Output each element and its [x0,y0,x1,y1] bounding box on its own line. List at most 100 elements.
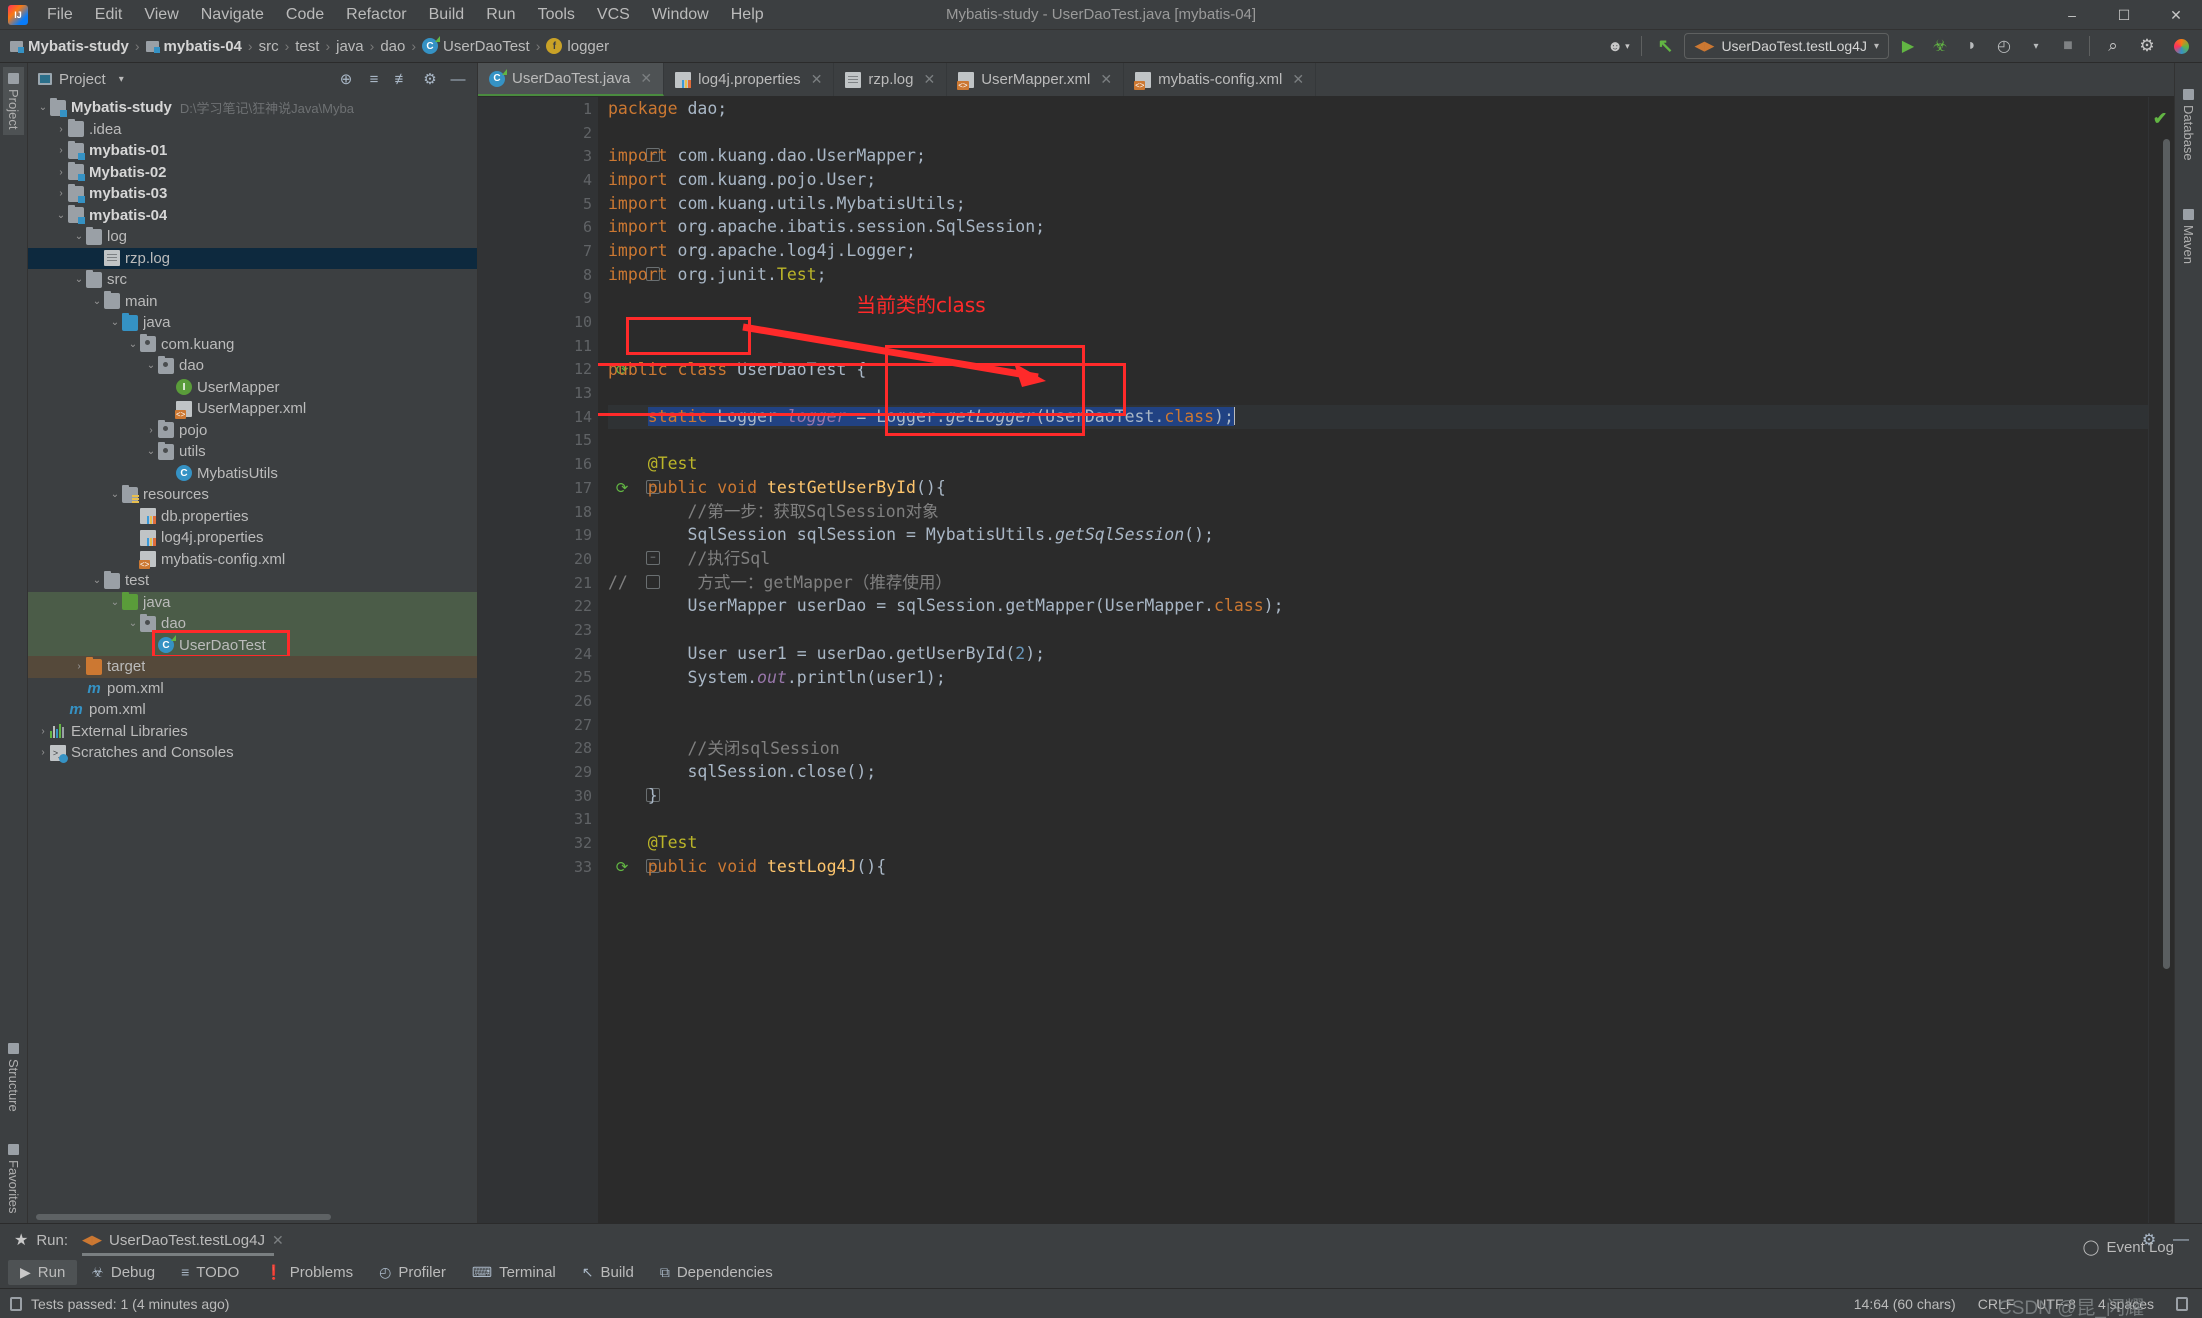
colorful-icon[interactable] [2166,33,2196,59]
tree-item-main[interactable]: ⌄ main [28,291,477,313]
tree-item-log[interactable]: ⌄ log [28,226,477,248]
minimize-button[interactable]: – [2046,0,2098,30]
breadcrumb-item-mybatis-04[interactable]: mybatis-04 [145,38,242,55]
chevron-down-icon[interactable]: ⌄ [108,597,122,608]
tool-button-terminal[interactable]: ⌨ Terminal [460,1260,568,1285]
code-line[interactable] [608,618,2148,642]
maximize-button[interactable]: ☐ [2098,0,2150,30]
settings-gear-icon[interactable]: ⚙ [2132,33,2162,59]
run-session-tab[interactable]: ◀▶ UserDaoTest.testLog4J ✕ [82,1232,288,1256]
code-line[interactable]: import com.kuang.dao.UserMapper; [608,144,2148,168]
code-line[interactable] [608,334,2148,358]
code-line[interactable]: public class UserDaoTest { [608,358,2148,382]
code-line[interactable]: package dao; [608,97,2148,121]
tree-item-java[interactable]: ⌄ java [28,312,477,334]
tree-item--idea[interactable]: › .idea [28,119,477,141]
tool-button-problems[interactable]: ❗ Problems [253,1260,365,1285]
code-line[interactable]: import com.kuang.pojo.User; [608,168,2148,192]
tool-button-build[interactable]: ↖ Build [570,1260,646,1285]
run-configuration-selector[interactable]: ◀▶ UserDaoTest.testLog4J ▾ [1684,33,1889,59]
code-line[interactable] [608,689,2148,713]
stop-button[interactable]: ■ [2053,33,2083,59]
editor-tab-usermapper-xml[interactable]: UserMapper.xml ✕ [947,63,1125,96]
chevron-right-icon[interactable]: › [54,188,68,199]
tree-item-external-libraries[interactable]: › External Libraries [28,721,477,743]
tree-item-userdaotest[interactable]: C UserDaoTest [28,629,477,658]
tree-item-rzp-log[interactable]: rzp.log [28,247,477,269]
run-button[interactable]: ▶ [1893,33,1923,59]
code-line[interactable]: // 方式一：getMapper（推荐使用） [608,571,2148,595]
tree-item-dao[interactable]: ⌄ dao [28,355,477,377]
tree-item-mybatis-study[interactable]: ⌄ Mybatis-study D:\学习笔记\狂神说Java\Myba [28,97,477,119]
breadcrumb-item-java[interactable]: java [336,38,364,55]
editor-tab-rzp-log[interactable]: rzp.log ✕ [834,63,948,96]
code-line[interactable]: import org.junit.Test; [608,263,2148,287]
code-line[interactable]: import com.kuang.utils.MybatisUtils; [608,192,2148,216]
code-line[interactable] [608,287,2148,311]
project-horizontal-scrollbar[interactable] [28,1211,477,1223]
editor-vertical-scrollbar[interactable] [2163,139,2170,969]
editor-tab-mybatis-config-xml[interactable]: mybatis-config.xml ✕ [1124,63,1317,96]
tree-item-mybatisutils[interactable]: C MybatisUtils [28,463,477,485]
user-account-icon[interactable]: ☻ ▾ [1603,33,1633,59]
editor-tab-userdaotest-java[interactable]: C UserDaoTest.java ✕ [478,63,665,96]
menu-item-code[interactable]: Code [275,3,335,27]
code-line[interactable]: User user1 = userDao.getUserById(2); [608,642,2148,666]
code-line[interactable]: UserMapper userDao = sqlSession.getMappe… [608,594,2148,618]
tree-item-src[interactable]: ⌄ src [28,269,477,291]
close-icon[interactable]: ✕ [923,71,935,88]
chevron-down-icon[interactable]: ⌄ [54,210,68,221]
chevron-down-icon[interactable]: ⌄ [144,360,158,371]
menu-item-build[interactable]: Build [418,3,476,27]
code-line[interactable]: } [608,784,2148,808]
chevron-down-icon[interactable]: ⌄ [108,317,122,328]
debug-button[interactable]: ☣ [1925,33,1955,59]
code-line[interactable]: @Test [608,452,2148,476]
tree-item-db-properties[interactable]: db.properties [28,506,477,528]
source-code[interactable]: package dao; import com.kuang.dao.UserMap… [598,97,2148,879]
event-log-button[interactable]: ◯ Event Log [2083,1238,2174,1257]
code-line[interactable] [608,310,2148,334]
menu-item-refactor[interactable]: Refactor [335,3,417,27]
chevron-down-icon[interactable]: ⌄ [36,102,50,113]
menu-item-window[interactable]: Window [641,3,720,27]
code-line[interactable]: //执行Sql [608,547,2148,571]
menu-item-view[interactable]: View [133,3,189,27]
select-opened-file-button[interactable]: ⊕ [333,67,359,91]
tool-button-dependencies[interactable]: ⧉ Dependencies [648,1260,785,1285]
close-icon[interactable]: ✕ [1100,71,1112,88]
indent-setting[interactable]: 4 spaces [2098,1296,2154,1312]
tree-item-mybatis-03[interactable]: › mybatis-03 [28,183,477,205]
build-project-button[interactable]: ↖ [1650,33,1680,59]
project-tree[interactable]: ⌄ Mybatis-study D:\学习笔记\狂神说Java\Myba › .idea… [28,95,477,1211]
code-line[interactable]: //关闭sqlSession [608,737,2148,761]
tree-item-log4j-properties[interactable]: log4j.properties [28,527,477,549]
menu-item-vcs[interactable]: VCS [586,3,641,27]
chevron-down-icon[interactable]: ⌄ [126,339,140,350]
tree-item-usermapper-xml[interactable]: UserMapper.xml [28,398,477,420]
code-line[interactable]: //第一步：获取SqlSession对象 [608,500,2148,524]
menu-item-run[interactable]: Run [475,3,526,27]
menu-item-file[interactable]: File [36,3,84,27]
code-line[interactable] [608,381,2148,405]
close-icon[interactable]: ✕ [1292,71,1304,88]
tool-window-button-project[interactable]: Project [3,67,24,136]
code-line[interactable] [608,713,2148,737]
tool-window-button-maven[interactable]: Maven [2178,203,2199,270]
tree-item-pojo[interactable]: › pojo [28,420,477,442]
code-line[interactable]: static Logger logger = Logger.getLogger(… [608,404,2148,429]
breadcrumb-item-logger[interactable]: f logger [546,38,609,55]
tree-item-com-kuang[interactable]: ⌄ com.kuang [28,334,477,356]
chevron-down-icon[interactable]: ⌄ [90,575,104,586]
tool-button-todo[interactable]: ≡ TODO [169,1260,251,1285]
file-encoding[interactable]: UTF-8 [2036,1296,2076,1312]
chevron-down-icon[interactable]: ⌄ [126,618,140,629]
tree-item-mybatis-02[interactable]: › Mybatis-02 [28,162,477,184]
chevron-right-icon[interactable]: › [54,124,68,135]
code-line[interactable] [608,808,2148,832]
tree-item-java[interactable]: ⌄ java [28,591,477,613]
tree-item-pom-xml[interactable]: m pom.xml [28,678,477,700]
code-editor[interactable]: 1 2 3−4 5 6 7 8 9 10 11 12 ⟳ 13 14 15 16 17 ⟳ −18 19 20−21 22… [478,97,2174,1223]
tree-item-mybatis-config-xml[interactable]: mybatis-config.xml [28,549,477,571]
chevron-right-icon[interactable]: › [72,661,86,672]
